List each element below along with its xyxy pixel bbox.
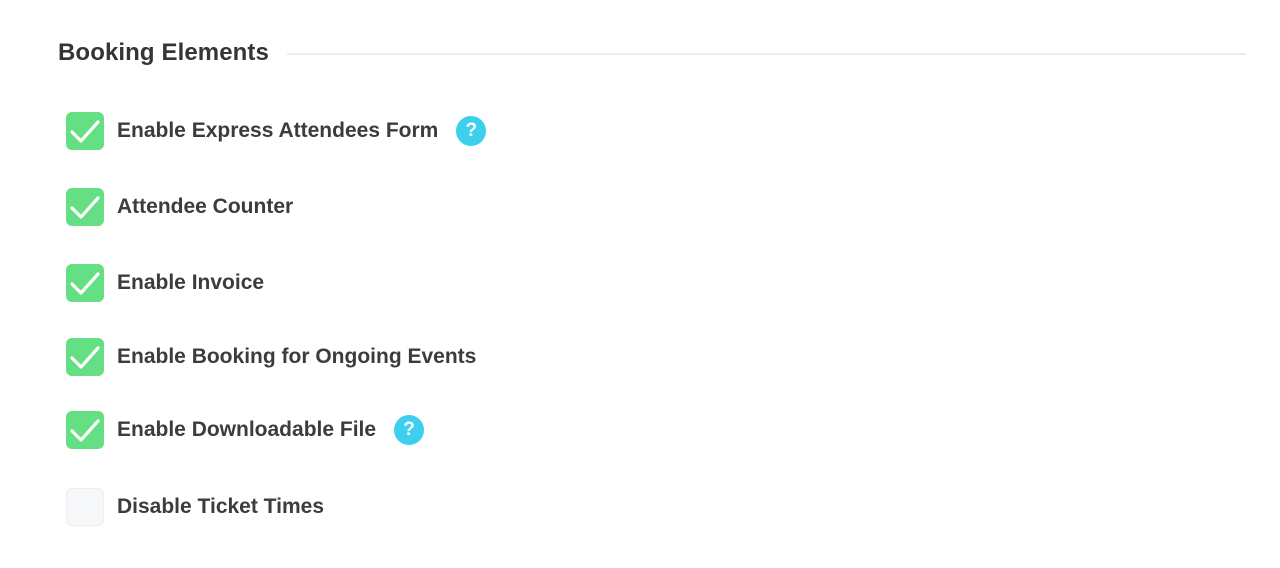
section-divider: [286, 53, 1246, 55]
section-header: Booking Elements: [58, 36, 1246, 70]
booking-elements-section: Booking Elements Enable Express Attendee…: [0, 0, 1280, 568]
checkmark-icon: [70, 120, 100, 143]
help-icon[interactable]: ?: [456, 116, 487, 146]
checkbox-enable-booking-ongoing-events[interactable]: [66, 338, 104, 376]
section-title: Booking Elements: [58, 39, 269, 66]
checkmark-icon: [70, 196, 100, 219]
option-label: Enable Express Attendees Form: [117, 119, 439, 142]
help-icon[interactable]: ?: [394, 415, 425, 445]
option-enable-downloadable-file[interactable]: Enable Downloadable File ?: [66, 411, 425, 449]
checkbox-attendee-counter[interactable]: [66, 188, 104, 226]
checkbox-enable-express-attendees-form[interactable]: [66, 112, 104, 150]
checkmark-icon: [70, 419, 100, 442]
option-label: Attendee Counter: [117, 195, 294, 218]
option-attendee-counter[interactable]: Attendee Counter: [66, 188, 293, 226]
option-enable-booking-ongoing-events[interactable]: Enable Booking for Ongoing Events: [66, 338, 476, 376]
checkmark-icon: [70, 346, 100, 369]
option-label: Disable Ticket Times: [117, 495, 324, 518]
checkbox-disable-ticket-times[interactable]: [66, 488, 104, 526]
option-enable-invoice[interactable]: Enable Invoice: [66, 264, 264, 302]
checkbox-enable-downloadable-file[interactable]: [66, 411, 104, 449]
option-label: Enable Downloadable File: [117, 418, 377, 441]
checkmark-icon: [70, 272, 100, 295]
option-label: Enable Invoice: [117, 271, 265, 294]
option-disable-ticket-times[interactable]: Disable Ticket Times: [66, 488, 324, 526]
option-label: Enable Booking for Ongoing Events: [117, 345, 477, 368]
checkbox-enable-invoice[interactable]: [66, 264, 104, 302]
option-enable-express-attendees-form[interactable]: Enable Express Attendees Form ?: [66, 112, 487, 150]
